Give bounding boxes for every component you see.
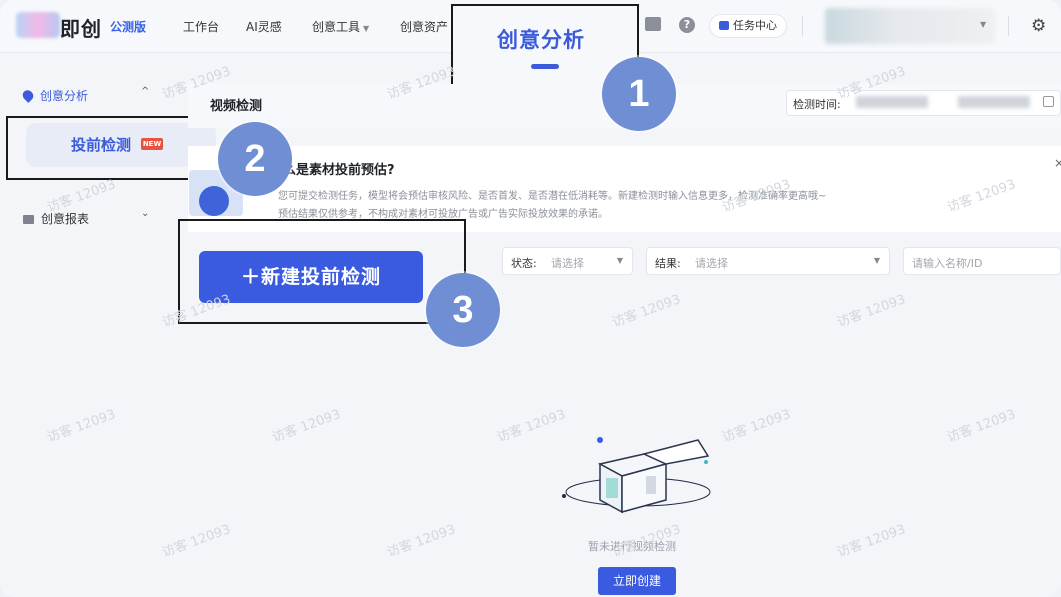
info-text-line: 您可提交检测任务，模型将会预估审核风险、是否首发、是否潜在低消耗等。新建检测时输…: [278, 191, 827, 202]
date-label: 检测时间:: [793, 98, 841, 111]
date-start-value: [856, 96, 928, 108]
chevron-down-icon: ▼: [980, 20, 987, 29]
new-check-button[interactable]: ＋新建投前检测: [199, 251, 423, 303]
watermark: 访客 12093: [945, 407, 1018, 446]
logo-icon: [16, 12, 60, 38]
watermark: 访客 12093: [835, 522, 908, 561]
account-selector[interactable]: [825, 8, 995, 44]
task-center-button[interactable]: 任务中心: [709, 14, 787, 38]
watermark: 访客 12093: [270, 407, 343, 446]
divider: [1008, 16, 1009, 36]
nav-creative-analysis[interactable]: 创意分析: [497, 24, 585, 54]
chevron-down-icon: ▼: [873, 256, 880, 265]
location-pin-icon: [20, 88, 36, 103]
chevron-down-icon: ▼: [616, 256, 623, 265]
status-select[interactable]: 状态: 请选择 ▼: [502, 247, 633, 275]
empty-box-illustration: [548, 420, 728, 520]
help-icon[interactable]: ?: [679, 17, 695, 33]
chevron-down-icon[interactable]: ⌄: [141, 208, 149, 219]
sidebar-group-creative-analysis[interactable]: 创意分析: [20, 87, 88, 104]
task-icon: [719, 21, 729, 30]
result-select[interactable]: 结果: 请选择 ▼: [646, 247, 890, 275]
report-icon: [23, 215, 34, 224]
app-frame: 即创 公测版 工作台 AI灵感 创意工具 ▼ 创意资产 创意分析 ? 任务中心 ▼…: [0, 0, 1061, 597]
info-title: 么是素材投前预估?: [283, 163, 395, 178]
sidebar-group-creative-report[interactable]: 创意报表: [23, 210, 89, 227]
chevron-down-icon: ▼: [363, 24, 370, 33]
callout-badge-3: 3: [426, 273, 500, 347]
callout-badge-2: 2: [218, 122, 292, 196]
beta-label: 公测版: [110, 20, 147, 34]
chevron-up-icon[interactable]: ^: [141, 86, 149, 97]
empty-state-text: 暂未进行视频检测: [588, 540, 676, 553]
info-text-line: 预估结果仅供参考，不构成对素材可投放广告或广告实际投放效果的承诺。: [278, 209, 608, 220]
new-badge: NEW: [141, 138, 163, 150]
nav-creative-tools[interactable]: 创意工具 ▼: [312, 18, 369, 35]
nav-creative-assets[interactable]: 创意资产: [400, 18, 448, 35]
watermark: 访客 12093: [385, 522, 458, 561]
create-now-button[interactable]: 立即创建: [598, 567, 676, 595]
watermark: 访客 12093: [720, 407, 793, 446]
search-input[interactable]: 请输入名称/ID: [903, 247, 1061, 275]
date-end-value: [958, 96, 1030, 108]
close-icon[interactable]: ×: [1054, 156, 1061, 170]
watermark: 访客 12093: [835, 292, 908, 331]
sidebar-item-label: 投前检测: [71, 136, 132, 154]
settings-icon[interactable]: ⚙: [1031, 16, 1046, 36]
logo-text: 即创: [60, 17, 102, 41]
divider: [802, 16, 803, 36]
active-tab-indicator: [531, 64, 559, 69]
nav-workbench[interactable]: 工作台: [183, 18, 219, 35]
watermark: 访客 12093: [610, 292, 683, 331]
callout-badge-1: 1: [602, 57, 676, 131]
calendar-icon[interactable]: [1043, 96, 1054, 107]
page-title: 视频检测: [210, 99, 263, 114]
nav-ai-inspiration[interactable]: AI灵感: [246, 18, 282, 35]
briefcase-icon[interactable]: [645, 17, 661, 31]
